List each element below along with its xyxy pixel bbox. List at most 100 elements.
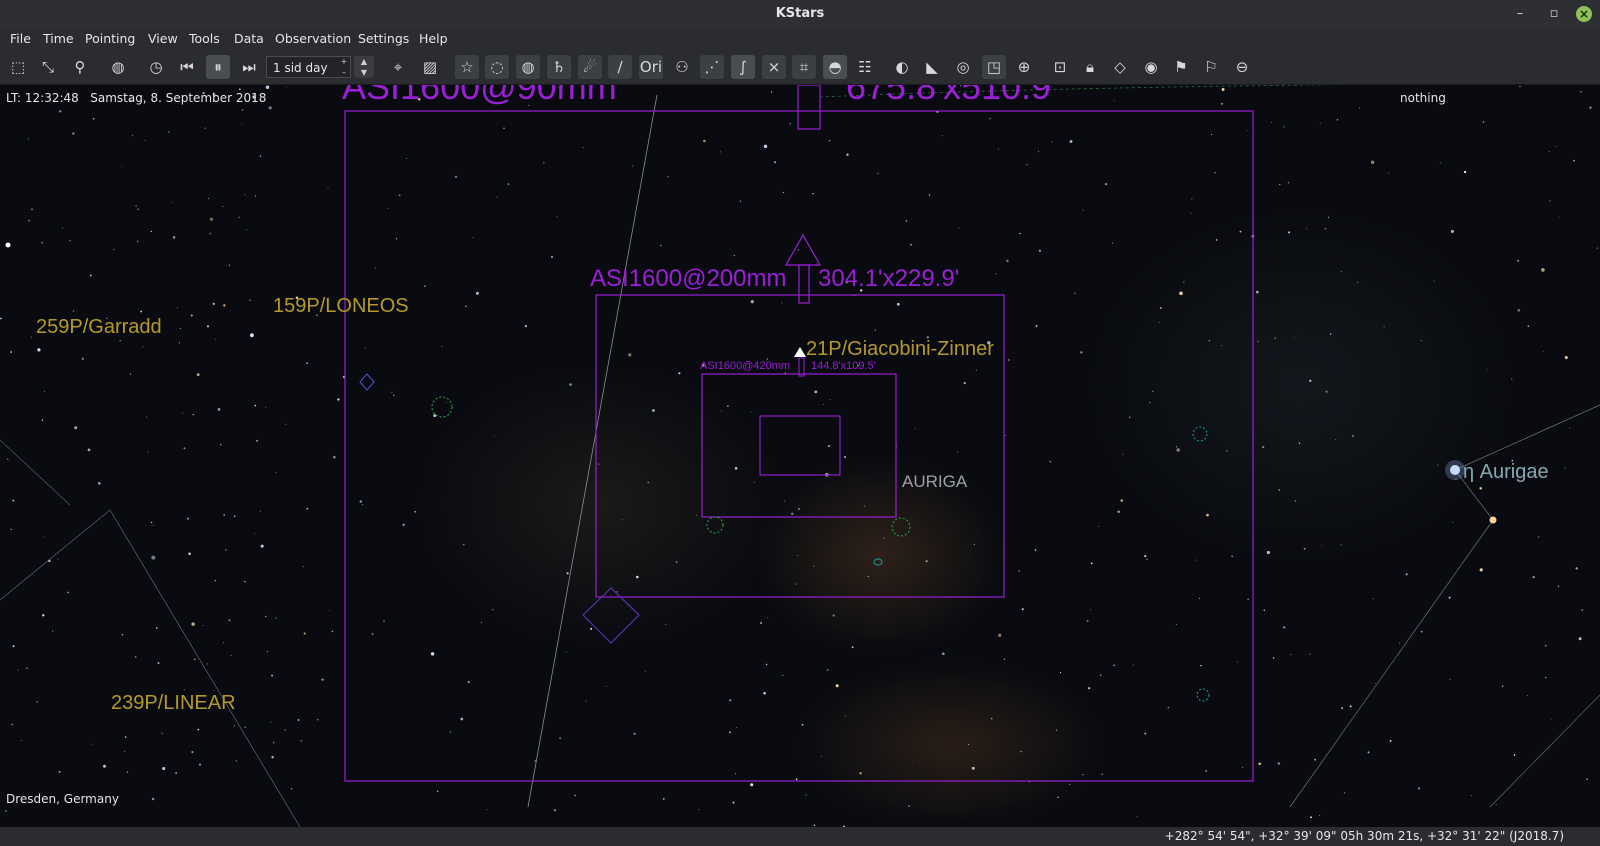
star [1596, 247, 1599, 249]
zoom-fit-icon[interactable]: ⤡ [36, 55, 60, 79]
star [140, 310, 143, 313]
menu-data[interactable]: Data [234, 31, 264, 46]
star [765, 663, 768, 666]
circle-icon[interactable]: ◉ [1139, 55, 1163, 79]
flag-icon[interactable]: ⚑ [1169, 55, 1193, 79]
star [1557, 585, 1560, 587]
star [28, 219, 30, 222]
star [877, 172, 879, 175]
star [1247, 130, 1249, 132]
minimize-button[interactable]: – [1510, 4, 1530, 24]
menu-observation[interactable]: Observation [275, 31, 351, 46]
earth-icon[interactable]: ◍ [516, 55, 540, 79]
milky-way-icon[interactable]: ∫ [731, 55, 755, 79]
star [1517, 308, 1521, 312]
menu-view[interactable]: View [148, 31, 178, 46]
constellation-names-icon[interactable]: Ori [639, 55, 663, 79]
globe-icon[interactable]: ◍ [106, 55, 130, 79]
star [1035, 325, 1038, 327]
horizontal-grid-icon[interactable]: ⌗ [792, 55, 816, 79]
window-title: KStars [775, 6, 825, 21]
star [1372, 598, 1374, 600]
menu-pointing[interactable]: Pointing [85, 31, 135, 46]
pause-icon[interactable]: ⏸ [206, 55, 230, 79]
lock-icon[interactable]: 🔒︎ [1078, 55, 1102, 79]
tag-icon[interactable]: ◇ [1108, 55, 1132, 79]
rewind-icon[interactable]: ⏮ [175, 55, 199, 79]
star [963, 381, 966, 385]
star [135, 205, 137, 207]
star [209, 217, 213, 221]
close-button[interactable]: × [1576, 6, 1592, 22]
menu-tools[interactable]: Tools [189, 31, 220, 46]
telescope-target-icon[interactable]: ⊕ [1012, 55, 1036, 79]
star [760, 622, 762, 624]
image-icon[interactable]: ▨ [418, 55, 442, 79]
star [329, 610, 331, 612]
ekos-icon[interactable]: ⊡ [1048, 55, 1072, 79]
satellite-icon[interactable]: ◐ [890, 55, 914, 79]
star [1101, 773, 1103, 775]
sky-map[interactable]: ASI1600@90mm 675.8'x510.9' ASI1600@200mm… [0, 85, 1600, 827]
star [228, 619, 231, 622]
planet-icon[interactable]: ♄ [547, 55, 571, 79]
star [153, 525, 154, 526]
star [119, 340, 121, 342]
star [651, 409, 655, 412]
asteroid-icon[interactable]: ∕ [608, 55, 632, 79]
galaxy-icon[interactable]: ◎ [951, 55, 975, 79]
minus-icon[interactable]: ⊖ [1230, 55, 1254, 79]
user-icon[interactable]: ⚇ [670, 55, 694, 79]
ground-icon[interactable]: ◓ [823, 55, 847, 79]
star [430, 652, 435, 656]
star [736, 726, 738, 728]
equatorial-grid-icon[interactable]: ⨯ [762, 55, 786, 79]
star [720, 151, 722, 153]
star [217, 408, 221, 411]
legend-icon[interactable]: ☷ [853, 55, 877, 79]
bright-star [5, 242, 11, 248]
star [58, 770, 61, 773]
menu-time[interactable]: Time [43, 31, 74, 46]
star [72, 310, 75, 312]
star [782, 191, 785, 194]
star [178, 342, 180, 344]
menu-settings[interactable]: Settings [358, 31, 409, 46]
fov-icon[interactable]: ◳ [982, 55, 1006, 79]
clock-icon[interactable]: ◷ [144, 55, 168, 79]
star [941, 652, 945, 656]
forward-icon[interactable]: ⏭ [237, 55, 261, 79]
comet-icon[interactable]: ☄ [578, 55, 602, 79]
star [7, 458, 9, 460]
star [644, 670, 646, 672]
star [135, 656, 137, 658]
supernova-icon[interactable]: ◣ [920, 55, 944, 79]
nebula-marker [873, 558, 883, 566]
flag-alt-icon[interactable]: ⚐ [1199, 55, 1223, 79]
search-icon[interactable]: ⚲ [68, 55, 92, 79]
star [975, 369, 977, 371]
star [206, 663, 208, 665]
star [905, 220, 908, 222]
zoom-region-icon[interactable]: ⬚ [6, 55, 30, 79]
menu-file[interactable]: File [10, 31, 31, 46]
star [150, 230, 152, 233]
star [665, 623, 667, 626]
star [220, 443, 222, 446]
star [1144, 554, 1147, 558]
star [782, 674, 784, 677]
menu-help[interactable]: Help [419, 31, 448, 46]
star [1575, 567, 1578, 570]
deep-sky-icon[interactable]: ◌ [485, 55, 509, 79]
star [1018, 570, 1020, 572]
star [191, 622, 195, 626]
star-icon[interactable]: ☆ [455, 55, 479, 79]
star [998, 633, 1002, 637]
time-step-spinner[interactable]: + – [338, 56, 350, 78]
star [925, 560, 928, 563]
time-step-units-spinner[interactable]: ▲ ▼ [354, 56, 374, 78]
center-target-icon[interactable]: ⌖ [386, 55, 410, 79]
maximize-button[interactable]: ▫ [1544, 4, 1564, 24]
constellation-lines-icon[interactable]: ⋰ [700, 55, 724, 79]
star [465, 305, 467, 307]
